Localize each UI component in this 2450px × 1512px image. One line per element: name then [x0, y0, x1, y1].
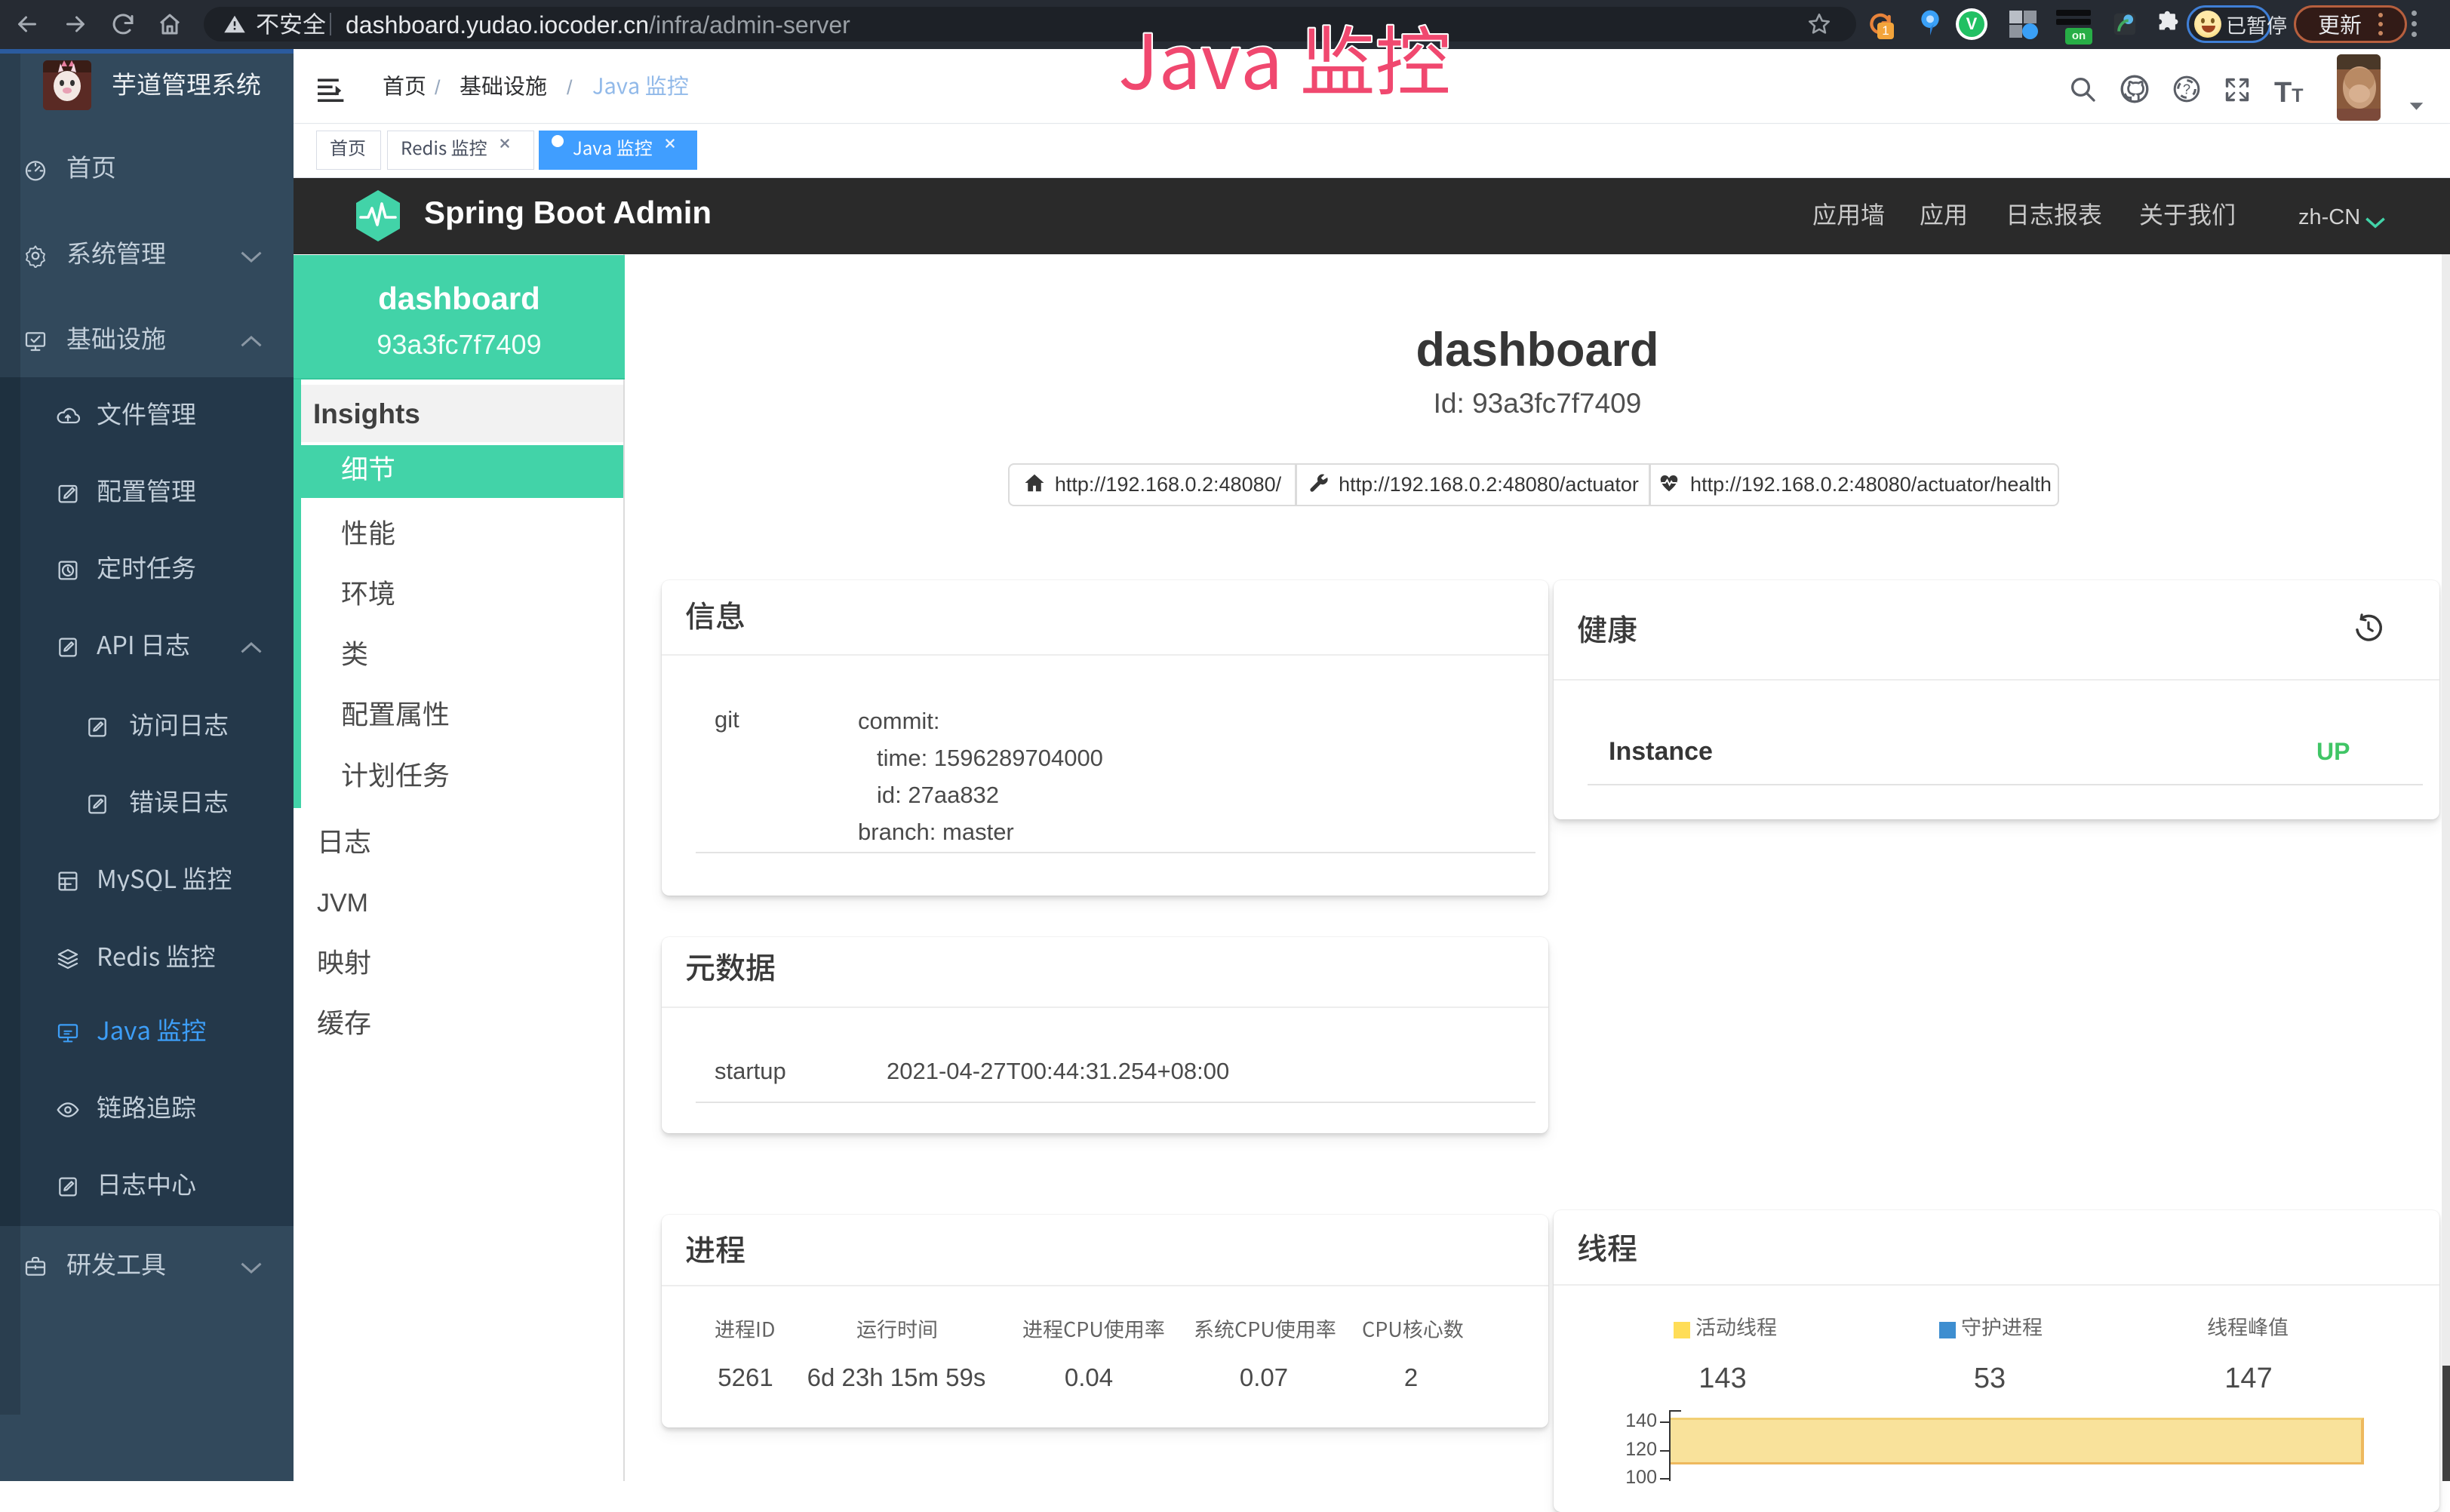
svg-text:?: ?	[2183, 81, 2190, 97]
